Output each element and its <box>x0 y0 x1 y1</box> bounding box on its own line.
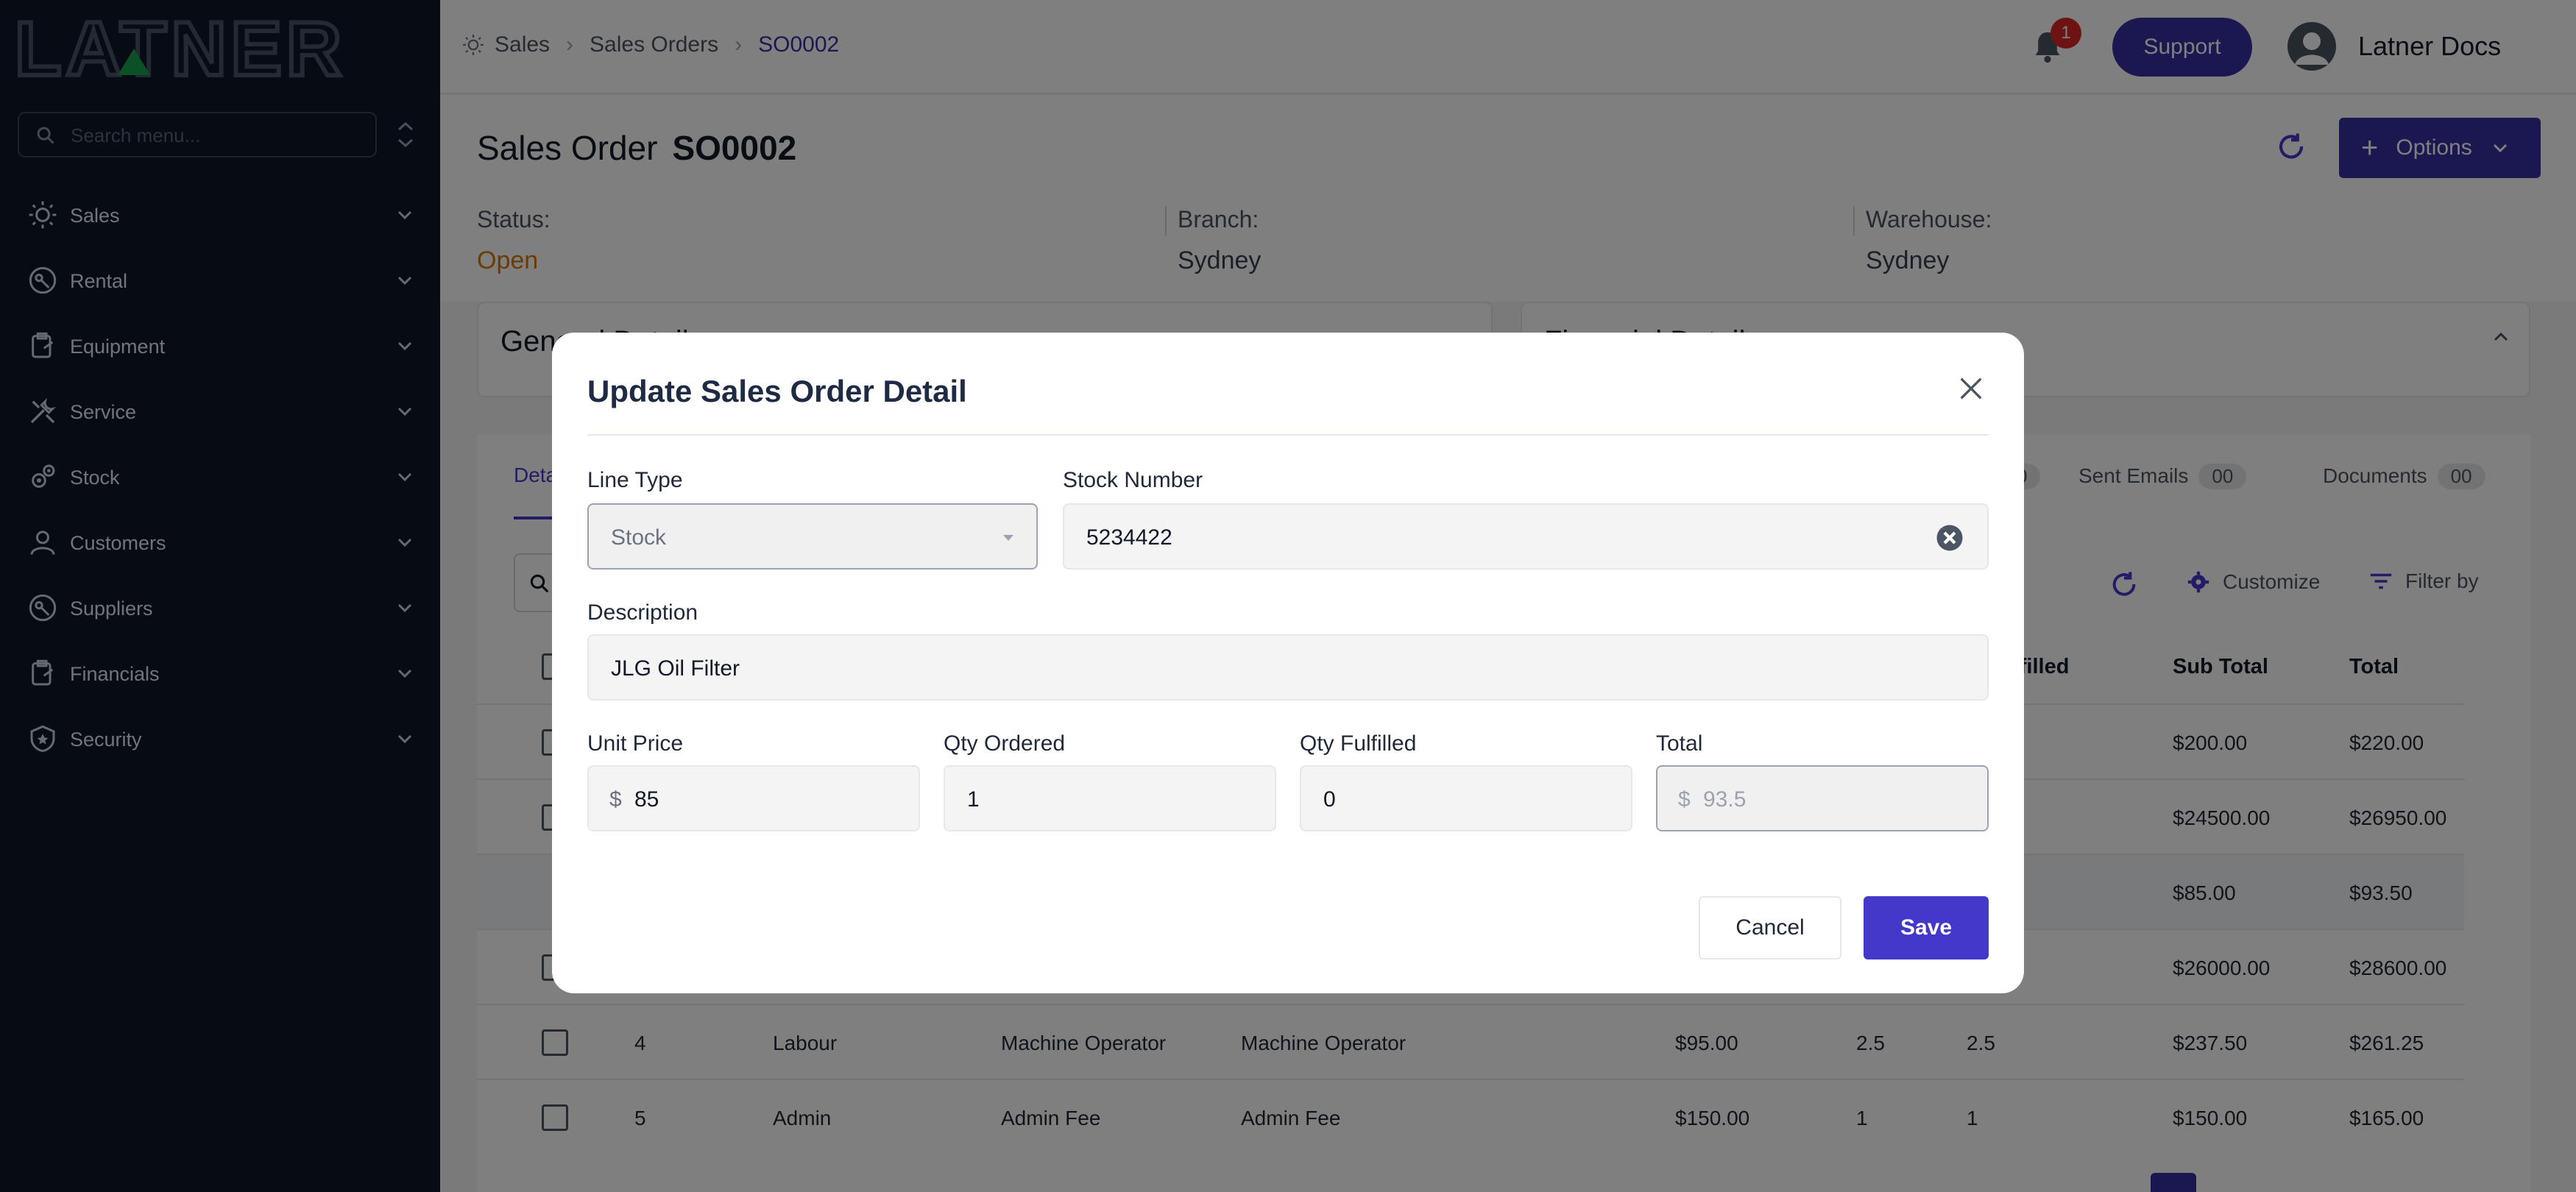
save-button[interactable]: Save <box>1864 896 1989 959</box>
line-type-value: Stock <box>611 525 667 550</box>
update-sales-order-detail-modal: Update Sales Order Detail Line Type Stoc… <box>552 333 2024 993</box>
qty-ordered-label: Qty Ordered <box>944 731 1066 756</box>
stock-number-field[interactable]: 5234422 <box>1063 503 1989 570</box>
line-type-label: Line Type <box>587 468 683 492</box>
total-value: 93.5 <box>1703 787 1747 812</box>
qty-fulfilled-field[interactable]: 0 <box>1300 765 1632 831</box>
unit-price-field[interactable]: $ 85 <box>587 765 920 831</box>
close-icon[interactable] <box>1956 374 1986 403</box>
qty-fulfilled-value: 0 <box>1323 787 1336 812</box>
description-field[interactable]: JLG Oil Filter <box>587 634 1989 700</box>
currency-symbol: $ <box>1678 787 1691 812</box>
unit-price-label: Unit Price <box>587 731 684 756</box>
cancel-button[interactable]: Cancel <box>1699 896 1841 959</box>
description-label: Description <box>587 600 698 625</box>
modal-divider <box>587 434 1989 436</box>
description-value: JLG Oil Filter <box>611 656 740 681</box>
unit-price-value: 85 <box>634 787 659 812</box>
clear-icon[interactable] <box>1934 522 1965 553</box>
stock-number-label: Stock Number <box>1063 468 1203 492</box>
total-field: $ 93.5 <box>1656 765 1989 831</box>
qty-ordered-value: 1 <box>967 787 980 812</box>
currency-symbol: $ <box>609 787 622 812</box>
caret-down-icon <box>1003 535 1013 541</box>
qty-fulfilled-label: Qty Fulfilled <box>1300 731 1417 756</box>
line-type-select[interactable]: Stock <box>587 503 1038 570</box>
total-label: Total <box>1656 731 1703 756</box>
stock-number-value: 5234422 <box>1086 525 1172 550</box>
qty-ordered-field[interactable]: 1 <box>944 765 1276 831</box>
modal-title: Update Sales Order Detail <box>587 374 967 408</box>
